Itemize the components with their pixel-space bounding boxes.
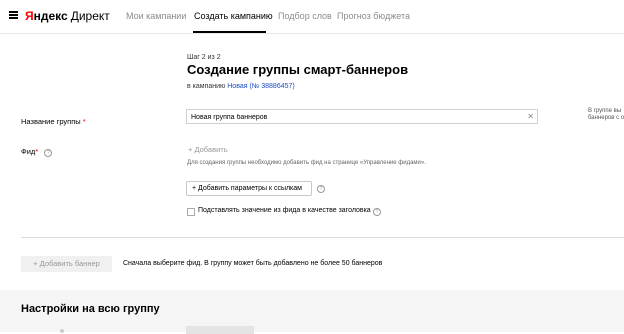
feed-title-checkbox[interactable] bbox=[187, 208, 195, 216]
settings-row-icon bbox=[60, 329, 64, 333]
feed-hint: Для создания группы необходимо добавить … bbox=[187, 160, 426, 166]
group-side-note: В группе вы баннеров с о bbox=[588, 108, 624, 122]
group-name-field[interactable]: ✕ bbox=[186, 109, 538, 124]
feed-label-text: Фид bbox=[21, 147, 36, 156]
campaign-link[interactable]: Новая (№ 38886457) bbox=[227, 83, 294, 90]
banner-note: Сначала выберите фид. В группу может быт… bbox=[123, 260, 383, 267]
question-circle-icon[interactable]: ? bbox=[317, 185, 325, 193]
logo-ndex: ндекс bbox=[33, 9, 68, 23]
step-indicator: Шаг 2 из 2 bbox=[187, 54, 221, 61]
add-banner-button[interactable]: + Добавить баннер bbox=[21, 256, 112, 272]
yandex-direct-logo[interactable]: Яндекс Директ bbox=[25, 8, 110, 24]
hamburger-icon[interactable] bbox=[9, 11, 18, 19]
feed-title-checkbox-label[interactable]: Подставлять значение из фида в качестве … bbox=[198, 207, 371, 214]
nav-my-campaigns[interactable]: Мои кампании bbox=[126, 10, 186, 22]
question-circle-icon[interactable]: ? bbox=[44, 149, 53, 157]
section-divider bbox=[21, 237, 624, 238]
feed-required-mark: * bbox=[35, 147, 39, 156]
question-circle-icon[interactable]: ? bbox=[373, 208, 381, 216]
active-tab-underline bbox=[193, 31, 266, 33]
nav-budget-forecast[interactable]: Прогноз бюджета bbox=[337, 10, 410, 22]
campaign-prefix: в кампанию bbox=[187, 83, 228, 90]
add-feed-link[interactable]: + Добавить bbox=[188, 145, 228, 154]
close-icon[interactable]: ✕ bbox=[527, 112, 534, 122]
feed-label: Фид* ? bbox=[21, 147, 53, 157]
top-bar: Яндекс Директ Мои кампании Создать кампан… bbox=[0, 0, 624, 34]
nav-create-campaign[interactable]: Создать кампанию bbox=[194, 10, 273, 22]
nav-word-selection[interactable]: Подбор слов bbox=[278, 10, 332, 22]
add-link-params-button[interactable]: + Добавить параметры к ссылкам bbox=[186, 181, 312, 196]
group-name-input[interactable] bbox=[191, 111, 521, 123]
logo-ya: Я bbox=[25, 9, 34, 23]
settings-control[interactable] bbox=[186, 326, 254, 334]
group-settings-title: Настройки на всю группу bbox=[21, 303, 160, 315]
group-name-label-text: Название группы bbox=[21, 117, 81, 126]
page-title: Создание группы смарт-баннеров bbox=[187, 62, 409, 77]
campaign-line: в кампанию Новая (№ 38886457) bbox=[187, 83, 295, 90]
side-note-text: В группе вы баннеров с о bbox=[588, 108, 624, 121]
logo-direct: Директ bbox=[70, 9, 110, 23]
group-name-label: Название группы * bbox=[21, 117, 86, 126]
required-mark: * bbox=[82, 117, 86, 126]
